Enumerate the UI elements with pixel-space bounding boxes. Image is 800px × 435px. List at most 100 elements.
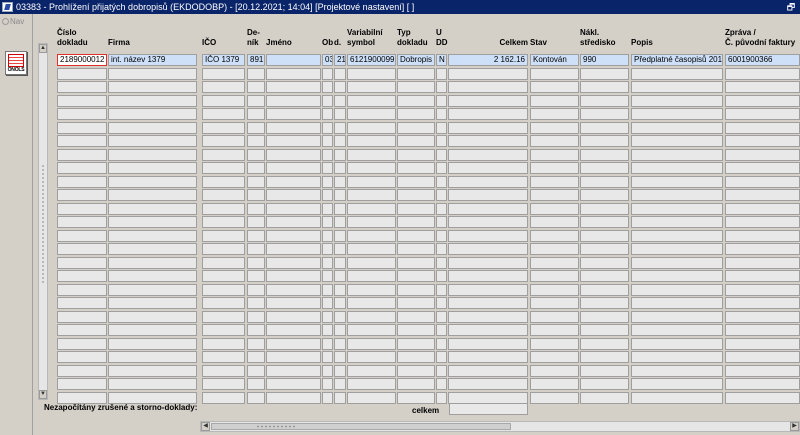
empty-cell-jmeno[interactable] bbox=[266, 364, 321, 377]
empty-cell-typ[interactable] bbox=[397, 283, 435, 296]
empty-cell-ob[interactable] bbox=[322, 243, 333, 255]
empty-cell-celkem[interactable] bbox=[448, 94, 528, 107]
empty-cell-popis[interactable] bbox=[631, 364, 723, 377]
empty-cell-zprava[interactable] bbox=[725, 364, 800, 377]
empty-cell-zprava[interactable] bbox=[725, 175, 800, 188]
empty-cell-ob[interactable] bbox=[322, 297, 333, 309]
empty-cell-d[interactable] bbox=[334, 148, 346, 161]
empty-cell-zprava[interactable] bbox=[725, 351, 800, 363]
empty-cell-ob[interactable] bbox=[322, 391, 333, 404]
empty-cell-udd[interactable] bbox=[436, 135, 447, 147]
empty-cell-denik[interactable] bbox=[247, 378, 265, 390]
cell-firma[interactable]: int. název 1379 bbox=[108, 54, 197, 66]
empty-cell-zprava[interactable] bbox=[725, 283, 800, 296]
empty-cell-firma[interactable] bbox=[108, 148, 197, 161]
empty-cell-stav[interactable] bbox=[530, 229, 579, 242]
empty-cell-stav[interactable] bbox=[530, 364, 579, 377]
empty-cell-jmeno[interactable] bbox=[266, 310, 321, 323]
empty-cell-typ[interactable] bbox=[397, 351, 435, 363]
empty-cell-vs[interactable] bbox=[347, 324, 396, 336]
empty-cell-cislo[interactable] bbox=[57, 81, 107, 93]
empty-cell-firma[interactable] bbox=[108, 189, 197, 201]
empty-cell-cislo[interactable] bbox=[57, 108, 107, 120]
empty-cell-udd[interactable] bbox=[436, 108, 447, 120]
empty-cell-d[interactable] bbox=[334, 324, 346, 336]
empty-cell-ico[interactable] bbox=[202, 283, 245, 296]
horizontal-scroll-thumb[interactable] bbox=[211, 423, 511, 430]
empty-cell-cislo[interactable] bbox=[57, 135, 107, 147]
empty-cell-stav[interactable] bbox=[530, 324, 579, 336]
empty-cell-d[interactable] bbox=[334, 121, 346, 134]
empty-cell-denik[interactable] bbox=[247, 256, 265, 269]
empty-cell-ico[interactable] bbox=[202, 135, 245, 147]
empty-cell-stav[interactable] bbox=[530, 216, 579, 228]
empty-cell-vs[interactable] bbox=[347, 243, 396, 255]
empty-cell-d[interactable] bbox=[334, 216, 346, 228]
empty-cell-typ[interactable] bbox=[397, 391, 435, 404]
empty-cell-cislo[interactable] bbox=[57, 256, 107, 269]
empty-cell-zprava[interactable] bbox=[725, 270, 800, 282]
cell-popis[interactable]: Předplatné časopisů 2019 bbox=[631, 54, 723, 66]
empty-cell-jmeno[interactable] bbox=[266, 229, 321, 242]
empty-cell-d[interactable] bbox=[334, 310, 346, 323]
empty-cell-d[interactable] bbox=[334, 229, 346, 242]
empty-cell-ob[interactable] bbox=[322, 337, 333, 350]
empty-cell-d[interactable] bbox=[334, 189, 346, 201]
empty-cell-stav[interactable] bbox=[530, 337, 579, 350]
empty-cell-denik[interactable] bbox=[247, 162, 265, 174]
empty-cell-zprava[interactable] bbox=[725, 94, 800, 107]
empty-cell-typ[interactable] bbox=[397, 378, 435, 390]
column-header-stredisko[interactable]: Nákl. středisko bbox=[580, 28, 629, 48]
empty-cell-stredisko[interactable] bbox=[580, 216, 629, 228]
empty-cell-firma[interactable] bbox=[108, 216, 197, 228]
empty-cell-d[interactable] bbox=[334, 67, 346, 80]
empty-cell-jmeno[interactable] bbox=[266, 108, 321, 120]
empty-cell-celkem[interactable] bbox=[448, 378, 528, 390]
empty-cell-vs[interactable] bbox=[347, 162, 396, 174]
empty-cell-popis[interactable] bbox=[631, 202, 723, 215]
restore-window-icon[interactable]: 🗗 bbox=[785, 2, 797, 12]
empty-cell-udd[interactable] bbox=[436, 297, 447, 309]
empty-cell-stav[interactable] bbox=[530, 270, 579, 282]
empty-cell-stredisko[interactable] bbox=[580, 148, 629, 161]
empty-cell-popis[interactable] bbox=[631, 283, 723, 296]
empty-cell-ico[interactable] bbox=[202, 67, 245, 80]
scroll-right-icon[interactable]: ▶ bbox=[790, 422, 799, 431]
empty-cell-stredisko[interactable] bbox=[580, 351, 629, 363]
empty-cell-vs[interactable] bbox=[347, 108, 396, 120]
empty-cell-cislo[interactable] bbox=[57, 229, 107, 242]
empty-cell-ob[interactable] bbox=[322, 229, 333, 242]
empty-cell-jmeno[interactable] bbox=[266, 135, 321, 147]
empty-cell-typ[interactable] bbox=[397, 364, 435, 377]
empty-cell-stredisko[interactable] bbox=[580, 243, 629, 255]
empty-cell-firma[interactable] bbox=[108, 310, 197, 323]
empty-cell-celkem[interactable] bbox=[448, 202, 528, 215]
empty-cell-ico[interactable] bbox=[202, 81, 245, 93]
empty-cell-ico[interactable] bbox=[202, 121, 245, 134]
empty-cell-vs[interactable] bbox=[347, 175, 396, 188]
empty-cell-ico[interactable] bbox=[202, 324, 245, 336]
empty-cell-ico[interactable] bbox=[202, 364, 245, 377]
empty-cell-popis[interactable] bbox=[631, 148, 723, 161]
empty-cell-cislo[interactable] bbox=[57, 364, 107, 377]
empty-cell-ob[interactable] bbox=[322, 162, 333, 174]
empty-cell-udd[interactable] bbox=[436, 351, 447, 363]
empty-cell-stav[interactable] bbox=[530, 121, 579, 134]
empty-cell-firma[interactable] bbox=[108, 202, 197, 215]
empty-cell-stav[interactable] bbox=[530, 378, 579, 390]
cell-stav[interactable]: Kontován bbox=[530, 54, 579, 66]
empty-cell-udd[interactable] bbox=[436, 189, 447, 201]
empty-cell-zprava[interactable] bbox=[725, 189, 800, 201]
empty-cell-stav[interactable] bbox=[530, 67, 579, 80]
cell-udd[interactable]: N bbox=[436, 54, 447, 66]
empty-cell-udd[interactable] bbox=[436, 229, 447, 242]
empty-cell-cislo[interactable] bbox=[57, 162, 107, 174]
empty-cell-celkem[interactable] bbox=[448, 189, 528, 201]
empty-cell-ob[interactable] bbox=[322, 135, 333, 147]
empty-cell-denik[interactable] bbox=[247, 283, 265, 296]
empty-cell-d[interactable] bbox=[334, 283, 346, 296]
empty-cell-denik[interactable] bbox=[247, 351, 265, 363]
empty-cell-typ[interactable] bbox=[397, 94, 435, 107]
cell-celkem[interactable]: 2 162.16 bbox=[448, 54, 528, 66]
empty-cell-ico[interactable] bbox=[202, 108, 245, 120]
